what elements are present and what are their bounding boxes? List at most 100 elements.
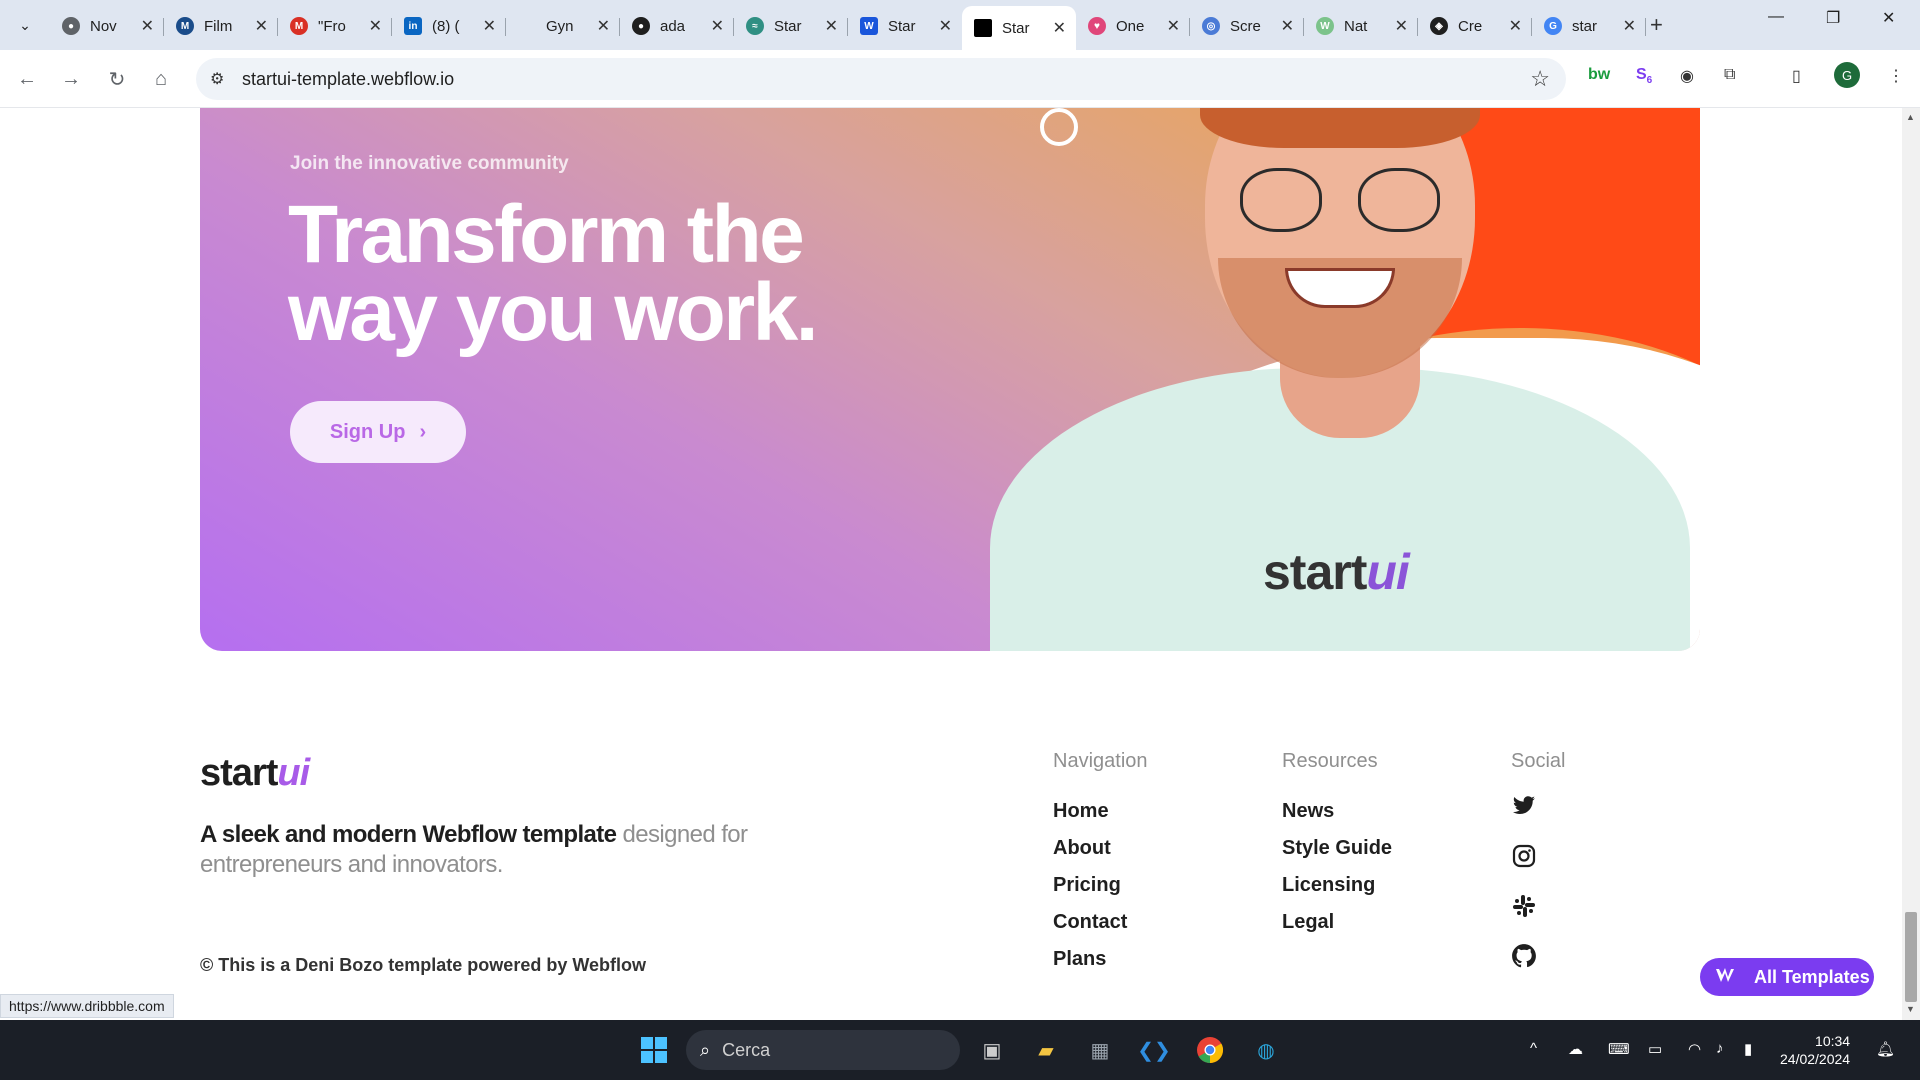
tab-list: ● Nov ✕ M Film ✕ M "Fro ✕ in (8) (✕ Gyn ✕ ● ada ✕ … (50, 6, 1646, 50)
close-tab-icon[interactable]: ✕ (1509, 16, 1522, 36)
search-icon: ⌕ (700, 1039, 711, 1060)
tab-favicon (518, 17, 536, 35)
tray-overflow-icon[interactable]: ^ (1530, 1040, 1537, 1057)
close-tab-icon[interactable]: ✕ (369, 16, 382, 36)
footer-link-legal[interactable]: Legal (1282, 904, 1392, 941)
taskbar-search[interactable]: ⌕ Cerca (686, 1030, 960, 1070)
resources-heading: Resources (1282, 750, 1378, 772)
tab[interactable]: ● Nov ✕ (50, 6, 164, 46)
bookmark-star-icon[interactable]: ☆ (1530, 66, 1550, 92)
page-scrollbar[interactable]: ▲ ▼ (1902, 108, 1920, 1020)
onedrive-icon[interactable]: ☁ (1568, 1040, 1583, 1058)
tab[interactable]: M Film ✕ (164, 6, 278, 46)
github-icon[interactable] (1511, 943, 1537, 969)
reload-icon[interactable]: ↻ (102, 64, 132, 94)
tab-active[interactable]: Star ✕ (962, 6, 1076, 50)
scrollbar-thumb[interactable] (1905, 912, 1917, 1002)
tab[interactable]: ♥ One ✕ (1076, 6, 1190, 46)
start-windows-icon[interactable] (638, 1034, 670, 1066)
scroll-up-arrow-icon[interactable]: ▲ (1906, 112, 1915, 122)
menu-kebab-icon[interactable]: ⋮ (1888, 66, 1904, 86)
close-tab-icon[interactable]: ✕ (939, 16, 952, 36)
tab[interactable]: W Star ✕ (848, 6, 962, 46)
extensions-puzzle-icon[interactable]: ⧉ (1724, 66, 1735, 84)
tab-title: One (1116, 17, 1145, 35)
close-tab-icon[interactable]: ✕ (711, 16, 724, 36)
close-tab-icon[interactable]: ✕ (1623, 16, 1636, 36)
hero-kicker: Join the innovative community (290, 153, 569, 174)
extension-vd-icon[interactable]: ◉ (1680, 66, 1694, 86)
minimize-icon[interactable]: — (1768, 8, 1784, 26)
file-explorer-icon[interactable]: ▰ (1030, 1034, 1062, 1066)
keyboard-icon[interactable]: ⌨ (1608, 1040, 1630, 1058)
address-bar[interactable]: ⚙ startui-template.webflow.io ☆ (196, 58, 1566, 100)
all-templates-button[interactable]: All Templates (1700, 958, 1874, 996)
restore-icon[interactable]: ❐ (1826, 8, 1840, 28)
task-view-icon[interactable]: ▣ (976, 1034, 1008, 1066)
new-tab-button[interactable]: + (1650, 12, 1663, 38)
footer-link-pricing[interactable]: Pricing (1053, 867, 1148, 904)
edge-icon[interactable]: ◍ (1250, 1034, 1282, 1066)
close-tab-icon[interactable]: ✕ (141, 16, 154, 36)
twitter-icon[interactable] (1511, 793, 1537, 819)
tab[interactable]: ◎ Scre ✕ (1190, 6, 1304, 46)
profile-avatar[interactable]: G (1834, 62, 1860, 88)
search-placeholder: Cerca (722, 1039, 771, 1060)
footer-link-licensing[interactable]: Licensing (1282, 867, 1392, 904)
url-text[interactable]: startui-template.webflow.io (242, 69, 454, 90)
close-window-icon[interactable]: ✕ (1882, 8, 1895, 28)
tab[interactable]: Gyn ✕ (506, 6, 620, 46)
footer-link-style-guide[interactable]: Style Guide (1282, 830, 1392, 867)
footer-link-contact[interactable]: Contact (1053, 904, 1148, 941)
tab[interactable]: W Nat ✕ (1304, 6, 1418, 46)
vscode-icon[interactable]: ❮❯ (1137, 1034, 1171, 1066)
close-tab-icon[interactable]: ✕ (1281, 16, 1294, 36)
calculator-icon[interactable]: ▦ (1084, 1034, 1116, 1066)
tab-favicon: ♥ (1088, 17, 1106, 35)
home-icon[interactable]: ⌂ (146, 64, 176, 94)
tab[interactable]: ◈ Cre ✕ (1418, 6, 1532, 46)
close-tab-icon[interactable]: ✕ (1395, 16, 1408, 36)
shirt-logo: startui (1263, 543, 1410, 601)
footer-link-news[interactable]: News (1282, 793, 1392, 830)
slack-icon[interactable] (1511, 893, 1537, 919)
close-tab-icon[interactable]: ✕ (483, 16, 496, 36)
footer-link-about[interactable]: About (1053, 830, 1148, 867)
footer-resources-column: Resources News Style Guide Licensing Leg… (1282, 750, 1392, 941)
tab-favicon: W (1316, 17, 1334, 35)
notification-bell-icon[interactable]: 🔔︎ (1876, 1040, 1895, 1058)
sign-up-button[interactable]: Sign Up › (290, 401, 466, 463)
instagram-icon[interactable] (1511, 843, 1537, 869)
tab[interactable]: ● ada ✕ (620, 6, 734, 46)
close-tab-icon[interactable]: ✕ (1167, 16, 1180, 36)
extension-bw-icon[interactable]: bw (1588, 66, 1610, 84)
tab-favicon: ● (632, 17, 650, 35)
close-tab-icon[interactable]: ✕ (255, 16, 268, 36)
tab[interactable]: in (8) (✕ (392, 6, 506, 46)
tab[interactable]: M "Fro ✕ (278, 6, 392, 46)
windows-taskbar: ⌕ Cerca ▣ ▰ ▦ ❮❯ ◍ ^ ☁ ⌨ ▭ ◠ ♪ ▮ 10:34 2… (0, 1020, 1920, 1080)
footer-link-plans[interactable]: Plans (1053, 941, 1148, 978)
footer-social-column: Social (1511, 750, 1565, 993)
battery-icon[interactable]: ▮ (1744, 1040, 1752, 1058)
tab-search-button[interactable]: ⌄ (10, 10, 40, 40)
close-tab-icon[interactable]: ✕ (825, 16, 838, 36)
volume-icon[interactable]: ♪ (1716, 1040, 1724, 1057)
chrome-icon[interactable] (1194, 1034, 1226, 1066)
tab[interactable]: ≈ Star ✕ (734, 6, 848, 46)
back-icon[interactable]: ← (12, 64, 42, 94)
clock[interactable]: 10:34 24/02/2024 (1780, 1032, 1850, 1068)
site-info-icon[interactable]: ⚙ (210, 69, 224, 89)
footer-link-home[interactable]: Home (1053, 793, 1148, 830)
wifi-icon[interactable]: ◠ (1688, 1040, 1701, 1058)
forward-icon[interactable]: → (56, 64, 86, 94)
scroll-down-arrow-icon[interactable]: ▼ (1906, 1004, 1915, 1014)
social-heading: Social (1511, 750, 1566, 772)
close-tab-icon[interactable]: ✕ (1053, 18, 1066, 38)
display-icon[interactable]: ▭ (1648, 1040, 1662, 1058)
close-tab-icon[interactable]: ✕ (597, 16, 610, 36)
tab[interactable]: Gstar ✕ (1532, 6, 1646, 46)
side-panel-icon[interactable]: ▯ (1792, 66, 1801, 86)
footer-logo[interactable]: startui (200, 752, 310, 795)
extension-s-icon[interactable]: S6 (1636, 66, 1652, 86)
